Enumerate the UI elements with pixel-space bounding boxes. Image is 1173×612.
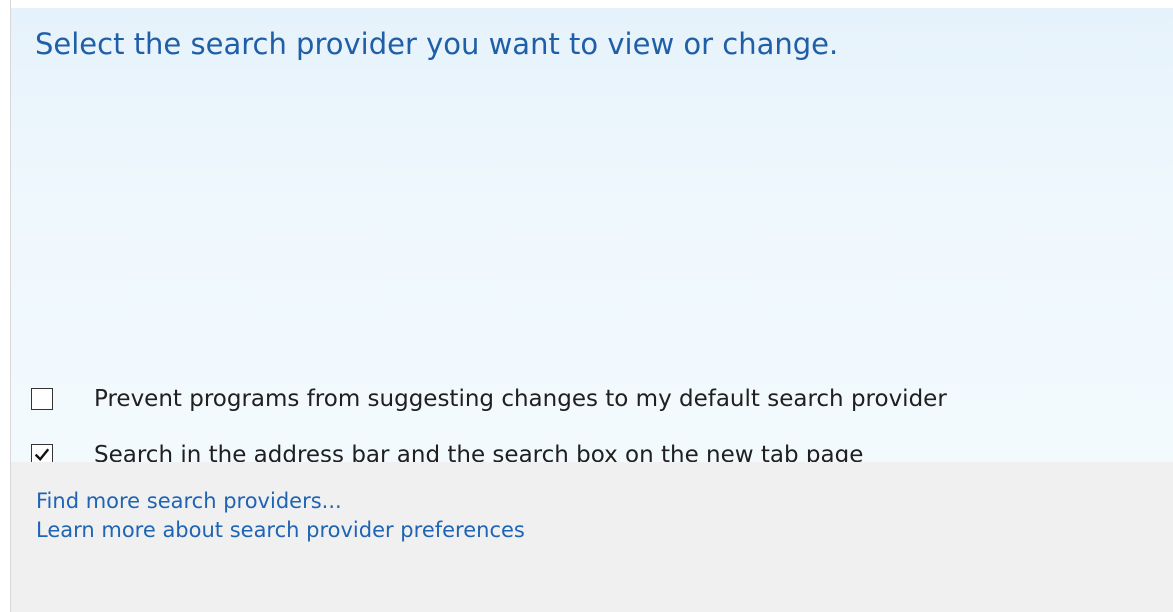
search-provider-dialog: Select the search provider you want to v…: [0, 0, 1173, 612]
prevent-programs-checkbox[interactable]: [31, 388, 53, 410]
learn-more-preferences-link[interactable]: Learn more about search provider prefere…: [36, 516, 525, 544]
footer: Find more search providers... Learn more…: [11, 462, 1173, 612]
main-panel: Select the search provider you want to v…: [11, 8, 1173, 468]
find-more-providers-link[interactable]: Find more search providers...: [36, 487, 342, 515]
page-title: Select the search provider you want to v…: [35, 27, 839, 61]
prevent-programs-option[interactable]: Prevent programs from suggesting changes…: [31, 381, 947, 417]
checkmark-icon: [34, 448, 50, 461]
top-strip: [0, 0, 1173, 8]
search-provider-list[interactable]: [35, 78, 1145, 368]
prevent-programs-label: Prevent programs from suggesting changes…: [94, 386, 947, 412]
